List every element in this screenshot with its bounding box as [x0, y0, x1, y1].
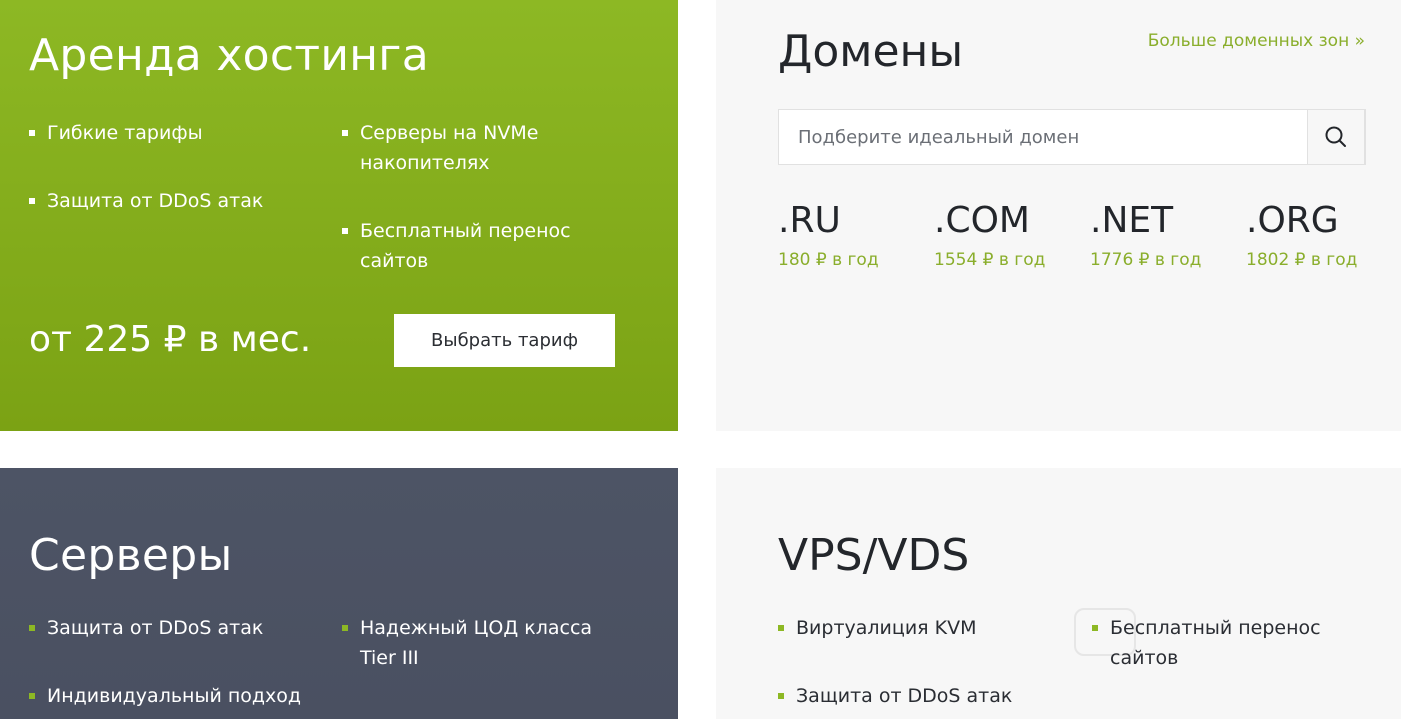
hosting-panel: Аренда хостинга Гибкие тарифы Защита от …: [0, 0, 678, 431]
hosting-feature: Гибкие тарифы: [29, 118, 309, 148]
servers-feature: Надежный ЦОД класса Tier III: [342, 613, 602, 673]
domain-zone-name: .RU: [778, 200, 841, 241]
hosting-feature: Защита от DDoS атак: [29, 186, 309, 216]
domain-search-input[interactable]: [779, 110, 1309, 164]
vps-title: VPS/VDS: [778, 530, 970, 581]
domain-zone-price: 1802 ₽ в год: [1246, 250, 1358, 270]
domains-title: Домены: [778, 26, 964, 77]
domain-search-button[interactable]: [1307, 109, 1365, 165]
choose-tariff-button[interactable]: Выбрать тариф: [394, 314, 615, 367]
hosting-feature: Бесплатный перенос сайтов: [342, 216, 572, 276]
servers-title: Серверы: [29, 530, 233, 581]
domain-zone-org[interactable]: .ORG 1802 ₽ в год: [1246, 200, 1401, 271]
domain-zone-ru[interactable]: .RU 180 ₽ в год: [778, 200, 934, 271]
vps-panel: VPS/VDS Виртуалиция KVM Защита от DDoS а…: [716, 468, 1401, 719]
domain-zone-com[interactable]: .COM 1554 ₽ в год: [934, 200, 1090, 271]
domains-panel: Домены Больше доменных зон » .RU 180 ₽ в…: [716, 0, 1401, 431]
more-domain-zones-link[interactable]: Больше доменных зон »: [1148, 31, 1365, 51]
domain-zone-name: .ORG: [1246, 200, 1339, 241]
search-icon: [1325, 126, 1346, 147]
domain-zone-price: 1554 ₽ в год: [934, 250, 1046, 270]
domain-zone-name: .NET: [1090, 200, 1174, 241]
servers-feature: Индивидуальный подход: [29, 681, 309, 711]
hosting-feature: Серверы на NVMe накопителях: [342, 118, 572, 178]
domain-zone-name: .COM: [934, 200, 1030, 241]
vps-feature: Защита от DDoS атак: [778, 681, 1058, 711]
domain-zone-price: 180 ₽ в год: [778, 250, 879, 270]
domain-search: [778, 109, 1366, 165]
vps-feature: Виртуалиция KVM: [778, 613, 1058, 643]
hosting-title: Аренда хостинга: [29, 30, 429, 81]
domain-zone-net[interactable]: .NET 1776 ₽ в год: [1090, 200, 1246, 271]
hosting-price: от 225 ₽ в мес.: [29, 319, 312, 360]
servers-panel: Серверы Защита от DDoS атак Индивидуальн…: [0, 468, 678, 719]
vps-feature: Бесплатный перенос сайтов: [1092, 613, 1332, 673]
servers-feature: Защита от DDoS атак: [29, 613, 309, 643]
domain-zone-price: 1776 ₽ в год: [1090, 250, 1202, 270]
